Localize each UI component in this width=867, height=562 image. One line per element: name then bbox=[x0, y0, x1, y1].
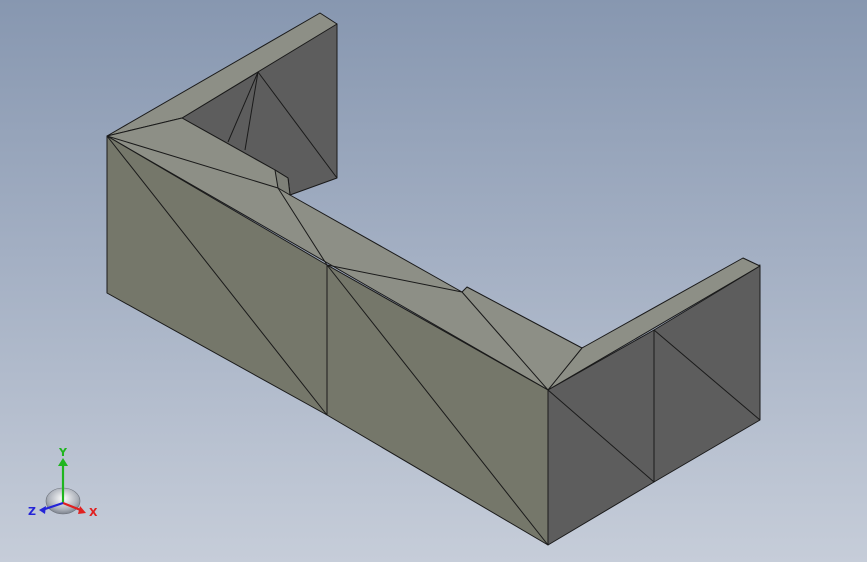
x-axis-head-icon bbox=[78, 506, 86, 514]
y-axis-head-icon bbox=[58, 458, 68, 466]
y-axis-label: Y bbox=[58, 446, 68, 459]
x-axis-label: X bbox=[89, 506, 98, 519]
z-axis-label: Z bbox=[28, 505, 36, 518]
view-orientation-triad[interactable]: Y X Z bbox=[22, 444, 106, 524]
3d-model-view[interactable] bbox=[0, 0, 867, 562]
z-axis-head-icon bbox=[39, 506, 46, 514]
graphics-viewport[interactable]: Y X Z bbox=[0, 0, 867, 562]
